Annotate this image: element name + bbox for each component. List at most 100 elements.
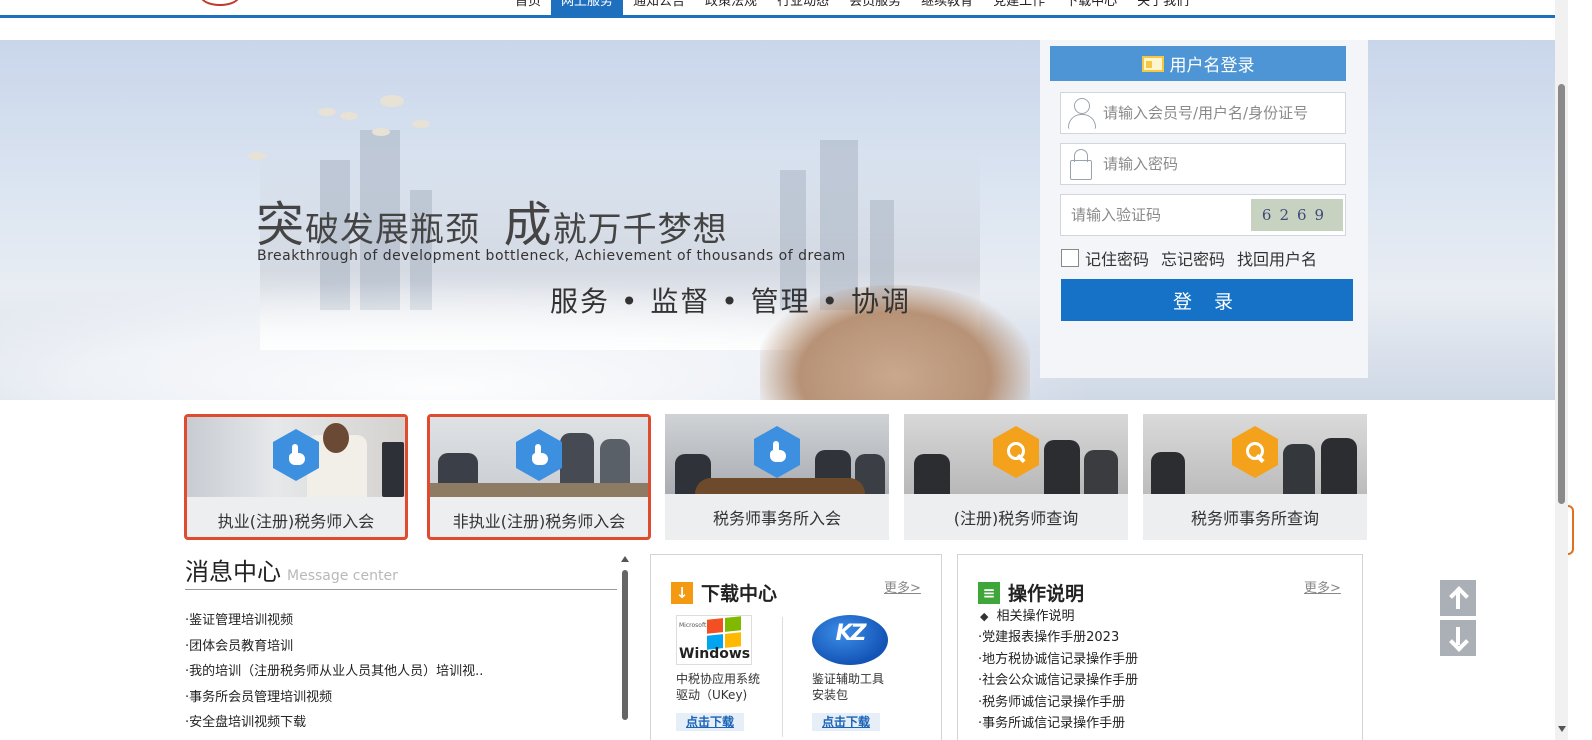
- operations-list: 党建报表操作手册2023 地方税协诚信记录操作手册 社会公众诚信记录操作手册 税…: [978, 627, 1138, 735]
- side-tab[interactable]: [1568, 505, 1574, 555]
- message-item[interactable]: 鉴证管理培训视频: [185, 608, 483, 634]
- download-item-name: 驱动（UKey): [676, 688, 748, 702]
- tile-firm-query[interactable]: 税务师事务所查询: [1143, 414, 1367, 540]
- download-center-panel: ↓ 下载中心 更多> Microsoft Windows 中税协应用系统 驱动（…: [650, 554, 942, 740]
- nav-item-online-service[interactable]: 网上服务: [551, 0, 624, 16]
- scroll-thumb[interactable]: [622, 570, 628, 720]
- password-field: [1060, 143, 1346, 185]
- password-input[interactable]: [1097, 155, 1345, 173]
- username-input[interactable]: [1097, 104, 1345, 122]
- download-icon: ↓: [671, 581, 693, 604]
- service-tiles: 执业(注册)税务师入会 非执业(注册)税务师入会 税务师事务所入会 (注册)税务…: [184, 414, 1369, 540]
- tile-practicing-join[interactable]: 执业(注册)税务师入会: [184, 414, 408, 540]
- message-scrollbar[interactable]: [621, 556, 629, 736]
- download-item-name: 中税协应用系统: [676, 672, 761, 686]
- scroll-to-top-button[interactable]: [1440, 580, 1476, 616]
- message-list: 鉴证管理培训视频 团体会员教育培训 我的培训（注册税务师从业人员其他人员）培训视…: [185, 608, 483, 736]
- nav-menu: 首页 网上服务 通知公告 政策法规 行业动态 会员服务 继续教育 党建工作 下载…: [505, 0, 1199, 16]
- nav-item-home[interactable]: 首页: [505, 0, 551, 16]
- captcha-field: 6269: [1060, 194, 1346, 236]
- tile-label: (注册)税务师查询: [953, 509, 1079, 528]
- scroll-to-bottom-button[interactable]: [1440, 620, 1476, 656]
- login-title: 用户名登录: [1050, 46, 1346, 81]
- bird-icon: [318, 108, 336, 116]
- bird-icon: [412, 120, 430, 128]
- download-item-tool: 鉴证辅助工具 安装包 点击下载: [812, 615, 922, 731]
- user-icon: [1065, 96, 1097, 130]
- nav-item-policies[interactable]: 政策法规: [695, 0, 767, 16]
- divider: [782, 617, 783, 737]
- tile-label: 执业(注册)税务师入会: [217, 512, 375, 531]
- captcha-image[interactable]: 6269: [1251, 199, 1343, 231]
- operations-title: ≡ 操作说明: [978, 579, 1084, 606]
- login-options: 记住密码 忘记密码 找回用户名: [1061, 246, 1317, 270]
- arrow-up-icon: [1451, 587, 1465, 609]
- operations-item[interactable]: 地方税协诚信记录操作手册: [978, 649, 1138, 671]
- document-icon: ≡: [978, 581, 1000, 604]
- message-item[interactable]: 安全盘培训视频下载: [185, 710, 483, 736]
- download-more-link[interactable]: 更多>: [884, 577, 921, 596]
- nav-item-about[interactable]: 关于我们: [1127, 0, 1199, 16]
- download-item-ukey: Microsoft Windows 中税协应用系统 驱动（UKey) 点击下载: [676, 615, 786, 731]
- tile-firm-join[interactable]: 税务师事务所入会: [665, 414, 889, 540]
- banner-slogan-values: 服务 • 监督 • 管理 • 协调: [550, 285, 911, 318]
- tile-label: 税务师事务所入会: [712, 509, 841, 528]
- scroll-down-icon[interactable]: [1558, 726, 1566, 732]
- bird-icon: [380, 95, 404, 107]
- forgot-password-link[interactable]: 忘记密码: [1161, 246, 1225, 270]
- tile-label: 非执业(注册)税务师入会: [452, 512, 626, 531]
- message-item[interactable]: 团体会员教育培训: [185, 634, 483, 660]
- bird-icon: [372, 128, 390, 136]
- operations-item[interactable]: 税务师诚信记录操作手册: [978, 692, 1138, 714]
- banner-slogan-cn: 突破发展瓶颈 成就万千梦想: [256, 197, 728, 253]
- operations-more-link[interactable]: 更多>: [1304, 577, 1341, 596]
- operations-subtitle: 相关操作说明: [980, 605, 1074, 624]
- captcha-input[interactable]: [1061, 206, 1251, 224]
- operations-item[interactable]: 事务所诚信记录操作手册: [978, 713, 1138, 735]
- scroll-up-icon[interactable]: [621, 556, 629, 562]
- page-scrollbar[interactable]: [1555, 0, 1568, 740]
- search-icon: [993, 426, 1039, 478]
- nav-item-party-building[interactable]: 党建工作: [983, 0, 1055, 16]
- nav-item-downloads[interactable]: 下载中心: [1055, 0, 1127, 16]
- site-logo[interactable]: [200, 0, 240, 6]
- username-field: [1060, 92, 1346, 134]
- message-item[interactable]: 事务所会员管理培训视频: [185, 685, 483, 711]
- message-center-title: 消息中心 Message center: [185, 552, 617, 590]
- download-item-name: 鉴证辅助工具: [812, 672, 885, 686]
- nav-item-education[interactable]: 继续教育: [911, 0, 983, 16]
- page-scroll-thumb[interactable]: [1558, 84, 1565, 504]
- tile-tax-agent-query[interactable]: (注册)税务师查询: [904, 414, 1128, 540]
- windows-logo: Microsoft Windows: [676, 615, 752, 665]
- lock-icon: [1065, 147, 1097, 181]
- operations-item[interactable]: 社会公众诚信记录操作手册: [978, 670, 1138, 692]
- hand-pointer-icon: [754, 426, 800, 478]
- download-button[interactable]: 点击下载: [676, 713, 745, 731]
- windows-flag-icon: [707, 616, 741, 650]
- search-icon: [1232, 426, 1278, 478]
- tile-nonpracticing-join[interactable]: 非执业(注册)税务师入会: [427, 414, 651, 540]
- nav-item-member-service[interactable]: 会员服务: [839, 0, 911, 16]
- bird-icon: [340, 112, 358, 120]
- nav-item-notices[interactable]: 通知公告: [623, 0, 695, 16]
- remember-password-checkbox[interactable]: [1061, 249, 1079, 267]
- kz-tool-logo: [812, 615, 888, 665]
- download-button[interactable]: 点击下载: [812, 713, 881, 731]
- message-center: 消息中心Message center 鉴证管理培训视频 团体会员教育培训 我的培…: [185, 552, 625, 740]
- nav-item-industry-news[interactable]: 行业动态: [767, 0, 839, 16]
- arrow-down-icon: [1451, 627, 1465, 649]
- top-navigation: 首页 网上服务 通知公告 政策法规 行业动态 会员服务 继续教育 党建工作 下载…: [0, 0, 1576, 18]
- remember-password-label[interactable]: 记住密码: [1085, 246, 1149, 270]
- hand-pointer-icon: [516, 429, 562, 481]
- login-title-text: 用户名登录: [1169, 56, 1255, 76]
- login-button[interactable]: 登 录: [1061, 279, 1353, 321]
- message-item[interactable]: 我的培训（注册税务师从业人员其他人员）培训视..: [185, 659, 483, 685]
- tile-label: 税务师事务所查询: [1190, 509, 1319, 528]
- window-edge: [1568, 0, 1592, 740]
- operations-item[interactable]: 党建报表操作手册2023: [978, 627, 1138, 649]
- banner-slogan-en: Breakthrough of development bottleneck, …: [257, 248, 846, 264]
- find-username-link[interactable]: 找回用户名: [1237, 246, 1317, 270]
- operations-panel: ≡ 操作说明 更多> 相关操作说明 党建报表操作手册2023 地方税协诚信记录操…: [957, 554, 1363, 740]
- login-panel: 用户名登录 6269 记住密码 忘记密码 找回用户名 登 录: [1040, 40, 1368, 378]
- download-center-title: ↓ 下载中心: [671, 579, 777, 606]
